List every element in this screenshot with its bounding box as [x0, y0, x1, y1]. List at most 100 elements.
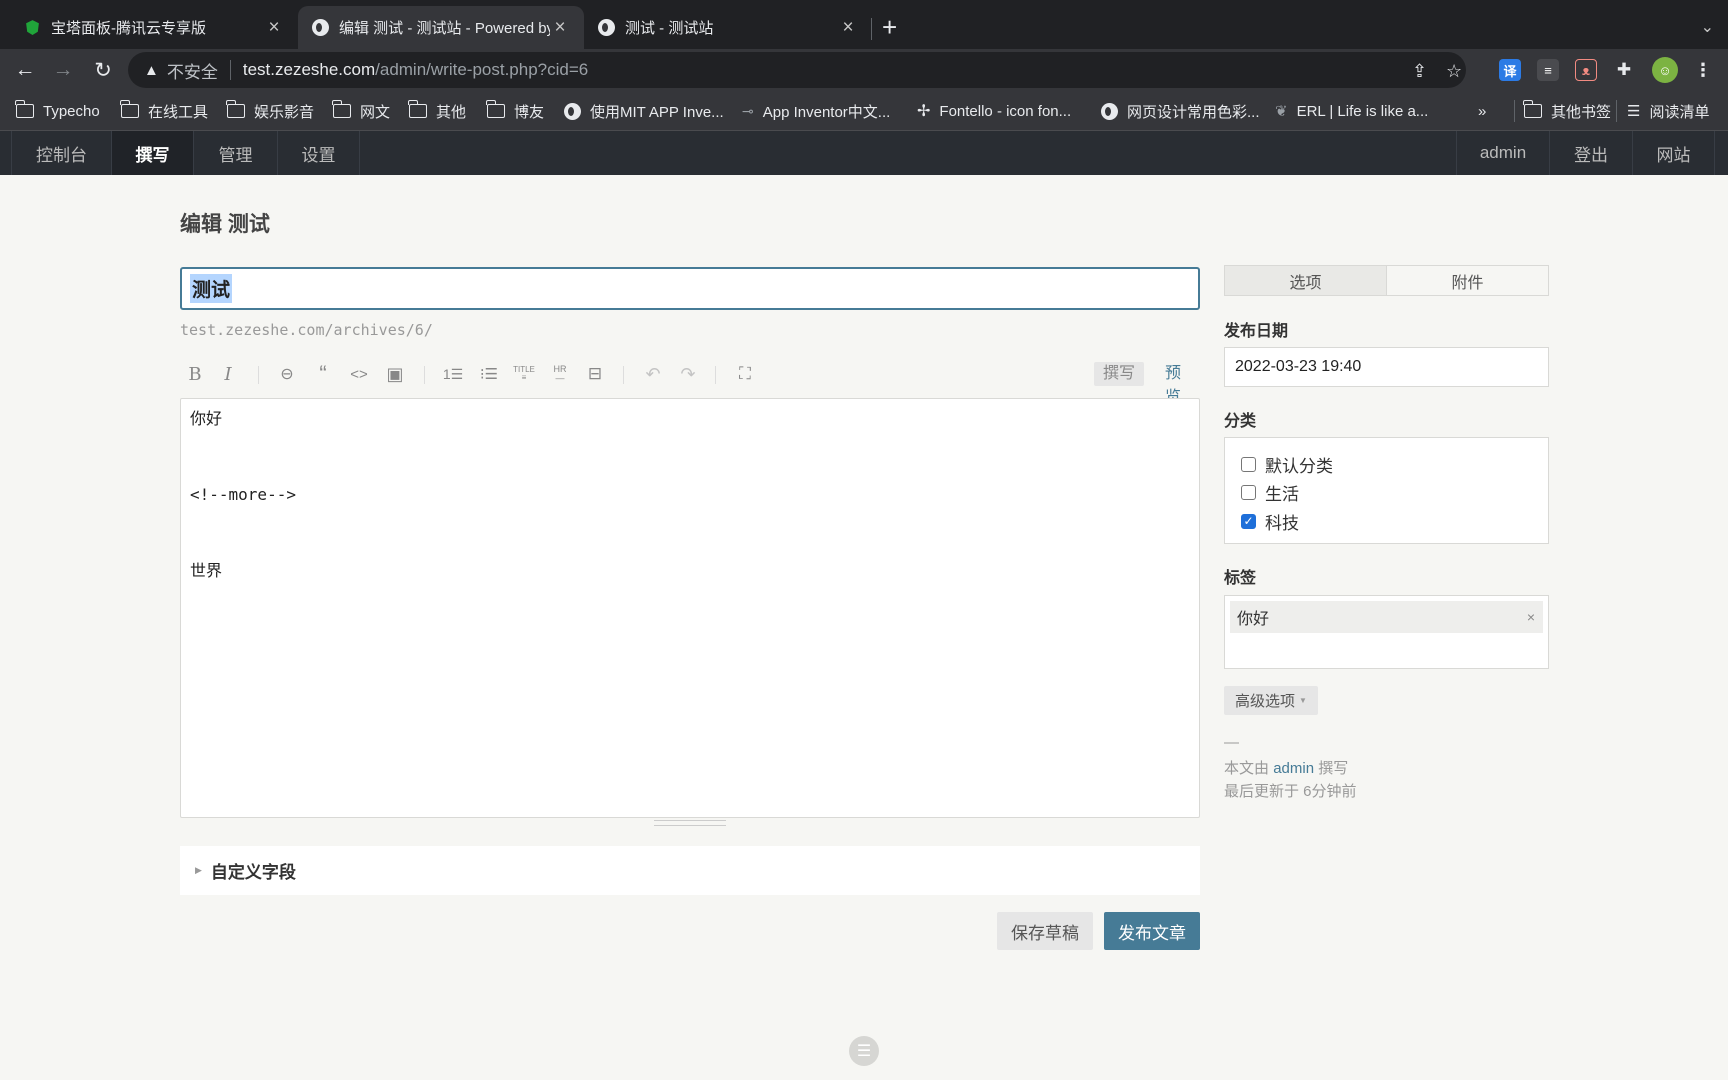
author-info: 本文由 admin 撰写 — [1224, 757, 1348, 778]
content-line: <!--more--> — [190, 485, 296, 504]
profile-avatar-icon[interactable]: ☺ — [1652, 57, 1678, 83]
browser-tab-baota[interactable]: 宝塔面板-腾讯云专享版 × — [10, 6, 298, 49]
bookmark-link[interactable]: 网页设计常用色彩... — [1101, 91, 1260, 131]
custom-fields-label: 自定义字段 — [210, 863, 296, 882]
category-name: 科技 — [1265, 513, 1299, 533]
globe-icon — [1101, 102, 1118, 120]
close-tab-icon[interactable]: × — [838, 17, 858, 39]
permalink: test.zezeshe.com/archives/6/ — [180, 321, 433, 339]
menu-user-admin[interactable]: admin — [1456, 131, 1549, 175]
fontello-icon: ✢ — [917, 103, 931, 120]
toolbar-divider — [623, 366, 624, 384]
custom-fields-toggle[interactable]: ▶ 自定义字段 — [180, 846, 1200, 895]
publish-button[interactable]: 发布文章 — [1104, 912, 1200, 950]
content-line — [190, 447, 1190, 466]
forward-icon[interactable]: → — [48, 55, 78, 85]
category-item[interactable]: ✓ 科技 — [1241, 507, 1548, 536]
category-item[interactable]: 默认分类 — [1241, 450, 1548, 479]
reload-icon[interactable]: ↻ — [88, 55, 118, 85]
menu-dashboard[interactable]: 控制台 — [11, 131, 111, 175]
puzzle-icon[interactable]: ✚ — [1613, 59, 1635, 81]
content-line — [190, 523, 1190, 542]
unordered-list-icon[interactable]: ⁝☰ — [474, 358, 504, 390]
ordered-list-icon[interactable]: 1☰ — [438, 358, 468, 390]
category-checkbox[interactable] — [1241, 485, 1256, 501]
back-icon[interactable]: ← — [10, 55, 40, 85]
code-icon[interactable]: <> — [344, 358, 374, 390]
advanced-options-label: 高级选项 — [1235, 693, 1296, 710]
cat-extension-icon[interactable]: ᴥ — [1575, 59, 1597, 81]
bookmark-link[interactable]: ⊸ App Inventor中文... — [742, 91, 890, 131]
bookmark-link[interactable]: ✢ Fontello - icon fon... — [917, 91, 1071, 131]
remove-tag-icon[interactable]: × — [1527, 609, 1535, 625]
author-link[interactable]: admin — [1273, 760, 1314, 777]
content-editor[interactable]: 你好 <!--more--> 世界 — [180, 398, 1200, 818]
close-tab-icon[interactable]: × — [264, 17, 284, 39]
bookmark-label: 其他书签 — [1551, 103, 1612, 121]
menu-manage[interactable]: 管理 — [193, 131, 277, 175]
bookmark-folder[interactable]: Typecho — [15, 91, 100, 131]
globe-icon — [312, 19, 329, 36]
publish-date-input[interactable]: 2022-03-23 19:40 — [1224, 347, 1549, 387]
browser-tab-edit[interactable]: 编辑 测试 - 测试站 - Powered by Typecho × — [298, 6, 584, 49]
other-bookmarks[interactable]: 其他书签 — [1514, 100, 1611, 122]
extension-icon[interactable]: ≡ — [1537, 59, 1559, 81]
link-icon[interactable]: ⊖ — [272, 358, 302, 390]
bookmark-folder[interactable]: 博友 — [486, 91, 544, 131]
address-bar[interactable]: ▲ 不安全 test.zezeshe.com/admin/write-post.… — [128, 52, 1466, 88]
post-title-input[interactable]: 测试 — [180, 267, 1200, 310]
advanced-options-button[interactable]: 高级选项 ▼ — [1224, 686, 1318, 715]
undo-icon[interactable]: ↶ — [638, 358, 668, 390]
reading-list[interactable]: ☰ 阅读清单 — [1616, 100, 1709, 122]
menu-write[interactable]: 撰写 — [111, 131, 193, 175]
bookmark-folder[interactable]: 在线工具 — [120, 91, 208, 131]
italic-icon[interactable]: I — [213, 358, 243, 390]
hr-icon[interactable]: HR — — [545, 358, 575, 390]
bookmark-folder[interactable]: 娱乐影音 — [226, 91, 314, 131]
bold-icon[interactable]: B — [180, 358, 210, 390]
more-separator-icon[interactable]: ⊟ — [580, 358, 610, 390]
globe-icon — [564, 102, 581, 120]
close-tab-icon[interactable]: × — [550, 17, 570, 39]
category-checkbox[interactable]: ✓ — [1241, 513, 1256, 529]
bookmark-label: Typecho — [43, 102, 100, 120]
bookmark-star-icon[interactable]: ☆ — [1446, 61, 1462, 82]
tab-attachments[interactable]: 附件 — [1387, 266, 1548, 295]
bookmark-folder[interactable]: 网文 — [332, 91, 391, 131]
bookmark-link[interactable]: ❦ ERL | Life is like a... — [1275, 91, 1428, 131]
editor-resize-handle[interactable] — [654, 820, 726, 826]
fullscreen-icon[interactable]: ⛶ — [730, 358, 760, 390]
redo-icon[interactable]: ↷ — [673, 358, 703, 390]
new-tab-icon[interactable]: + — [882, 14, 897, 40]
preview-mode-tab[interactable]: 预览 — [1159, 362, 1200, 406]
menu-logout[interactable]: 登出 — [1549, 131, 1632, 175]
tab-search-chevron-icon[interactable]: ⌄ — [1701, 17, 1714, 37]
category-checkbox[interactable] — [1241, 456, 1256, 472]
menu-bubble-icon[interactable]: ☰ — [849, 1036, 879, 1066]
image-icon[interactable]: ▣ — [380, 358, 410, 390]
tab-options[interactable]: 选项 — [1225, 266, 1387, 295]
tab-title: 测试 - 测试站 — [625, 20, 714, 37]
folder-icon — [15, 100, 34, 118]
browser-tab-site[interactable]: 测试 - 测试站 × — [584, 6, 872, 49]
heading-icon[interactable]: TITLE ≡ — [509, 358, 539, 390]
bookmark-label: 网文 — [360, 103, 391, 121]
save-draft-button[interactable]: 保存草稿 — [997, 912, 1093, 950]
menu-settings[interactable]: 设置 — [277, 131, 360, 175]
quote-icon[interactable]: “ — [308, 358, 338, 390]
write-mode-tab[interactable]: 撰写 — [1094, 362, 1145, 386]
browser-menu-icon[interactable]: ⋮ — [1692, 59, 1714, 81]
bookmark-label: App Inventor中文... — [762, 103, 891, 121]
bookmarks-overflow-button[interactable]: » — [1478, 91, 1486, 131]
bookmark-folder[interactable]: 其他 — [408, 91, 466, 131]
warning-icon: ▲ — [144, 61, 159, 79]
tag-input[interactable]: 你好 × — [1224, 595, 1549, 669]
security-status[interactable]: 不安全 — [167, 58, 218, 83]
expand-triangle-icon: ▶ — [195, 865, 202, 875]
admin-menu-bar: 控制台 撰写 管理 设置 admin 登出 网站 — [0, 131, 1728, 175]
category-item[interactable]: 生活 — [1241, 479, 1548, 508]
translate-extension-icon[interactable]: 译 — [1499, 59, 1521, 81]
bookmark-link[interactable]: 使用MIT APP Inve... — [564, 91, 724, 131]
share-icon[interactable]: ⇪ — [1412, 61, 1427, 82]
menu-website[interactable]: 网站 — [1632, 131, 1715, 175]
